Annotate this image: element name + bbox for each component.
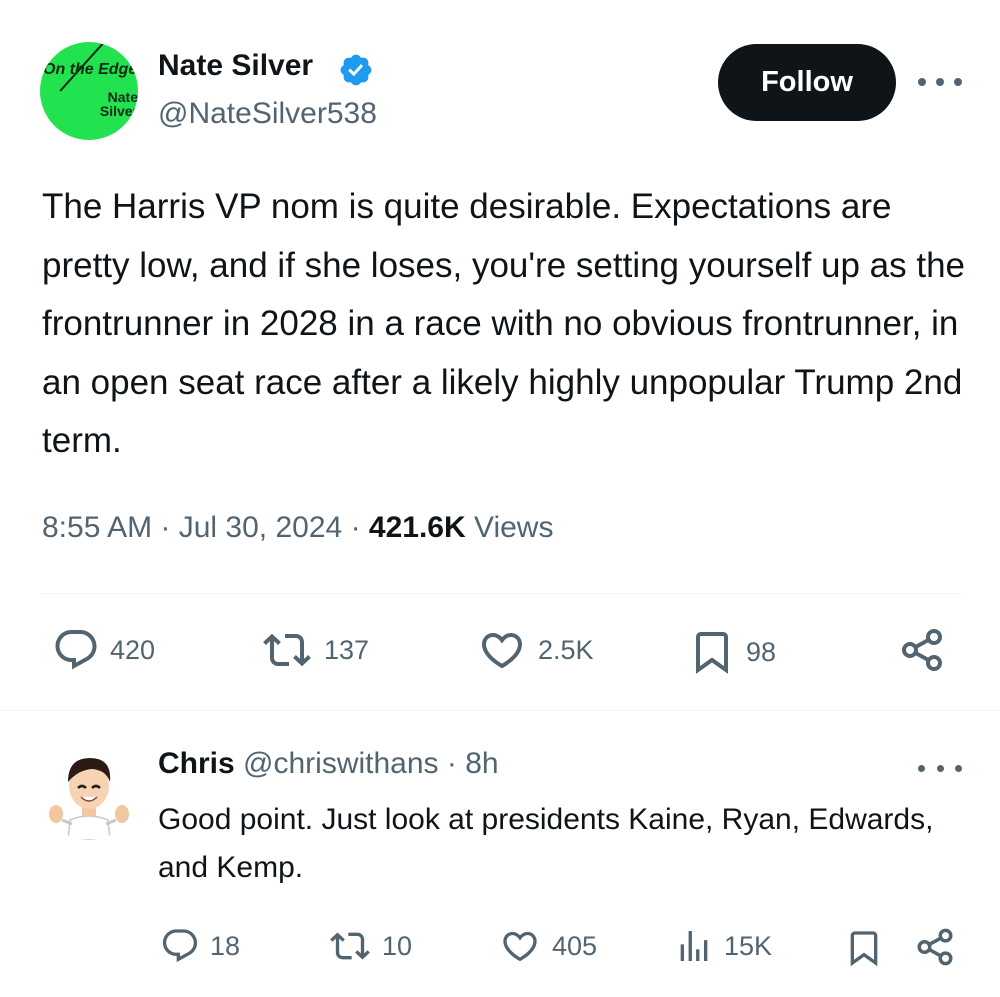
reply-text: Good point. Just look at presidents Kain… xyxy=(158,803,934,884)
reply-share-button[interactable] xyxy=(914,926,956,968)
verified-icon xyxy=(340,54,372,86)
avatar-text-bottom: Nate Silver xyxy=(99,89,138,119)
like-button[interactable]: 2.5K xyxy=(476,626,594,674)
reply-icon xyxy=(55,630,97,670)
views-count: 421.6K xyxy=(368,511,466,544)
reply-age[interactable]: 8h xyxy=(465,747,498,780)
reply-avatar[interactable] xyxy=(40,742,138,840)
divider xyxy=(42,593,962,594)
reply-header: Chris @chriswithans · 8h xyxy=(158,747,499,780)
author-avatar[interactable]: On the Edge Nate Silver xyxy=(40,42,138,140)
reply-like-button[interactable]: 405 xyxy=(498,926,597,966)
reply-views-count: 15K xyxy=(724,930,773,961)
like-count: 2.5K xyxy=(538,634,594,665)
bookmark-icon xyxy=(850,931,878,967)
tweet-text: The Harris VP nom is quite desirable. Ex… xyxy=(42,187,966,460)
reply-reply-button[interactable]: 18 xyxy=(160,926,240,966)
share-icon xyxy=(917,928,953,966)
follow-button[interactable]: Follow xyxy=(718,44,896,121)
author-name[interactable]: Nate Silver xyxy=(158,48,313,84)
bookmark-icon xyxy=(696,632,728,674)
repost-count: 137 xyxy=(324,634,370,665)
reply-icon xyxy=(162,929,198,963)
memoji-icon xyxy=(49,758,129,840)
bookmark-count: 98 xyxy=(746,636,777,667)
share-button[interactable] xyxy=(898,626,946,674)
reply-repost-count: 10 xyxy=(382,930,413,961)
tweet-time[interactable]: 8:55 AM xyxy=(42,511,152,544)
reply-author-name[interactable]: Chris xyxy=(158,747,235,780)
tweet-meta: 8:55 AM · Jul 30, 2024 · 421.6K Views xyxy=(42,511,554,544)
reply-repost-button[interactable]: 10 xyxy=(328,926,412,966)
reply-button[interactable]: 420 xyxy=(52,626,155,674)
repost-icon xyxy=(263,633,311,667)
repost-icon xyxy=(330,932,370,960)
tweet-date[interactable]: Jul 30, 2024 xyxy=(179,511,342,544)
reply-reply-count: 18 xyxy=(210,930,241,961)
divider xyxy=(0,710,1000,711)
author-handle[interactable]: @NateSilver538 xyxy=(158,96,377,132)
reply-more-icon[interactable] xyxy=(918,756,962,780)
repost-button[interactable]: 137 xyxy=(260,626,369,674)
avatar-text-top: On the Edge xyxy=(43,61,138,78)
reply-author-handle[interactable]: @chriswithans xyxy=(243,747,439,780)
reply-count: 420 xyxy=(110,634,156,665)
more-icon[interactable] xyxy=(918,70,962,94)
reply-like-count: 405 xyxy=(552,930,598,961)
share-icon xyxy=(902,629,942,671)
like-icon xyxy=(503,931,537,962)
views-label: Views xyxy=(473,511,554,544)
bookmark-button[interactable]: 98 xyxy=(688,626,776,678)
reply-bookmark-button[interactable] xyxy=(844,926,884,970)
like-icon xyxy=(481,633,523,669)
views-icon xyxy=(680,931,708,961)
reply-views-button[interactable]: 15K xyxy=(674,926,772,966)
